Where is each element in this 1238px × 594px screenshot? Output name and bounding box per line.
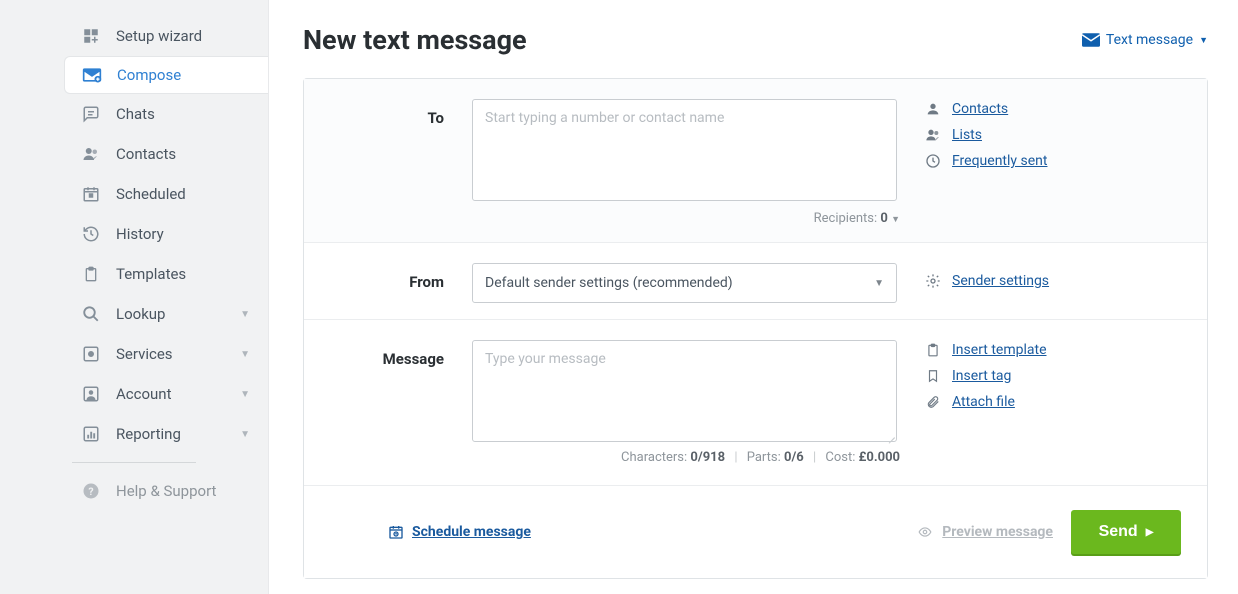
chart-icon — [80, 423, 102, 445]
svg-text:?: ? — [88, 485, 93, 498]
schedule-message-link[interactable]: Schedule message — [388, 524, 531, 540]
sidebar-item-services[interactable]: Services ▼ — [0, 334, 268, 374]
sidebar-item-lookup[interactable]: Lookup ▼ — [0, 294, 268, 334]
chevron-down-icon: ▼ — [240, 389, 250, 400]
chevron-down-icon: ▼ — [240, 349, 250, 360]
from-select[interactable]: Default sender settings (recommended) ▼ — [472, 263, 897, 303]
account-icon — [80, 383, 102, 405]
send-button-label: Send — [1099, 523, 1138, 541]
people-icon — [80, 143, 102, 165]
to-input[interactable]: Start typing a number or contact name — [472, 99, 897, 201]
message-input[interactable]: Type your message — [472, 340, 897, 442]
gear-icon — [924, 273, 942, 289]
sidebar-item-templates[interactable]: Templates — [0, 254, 268, 294]
link-sender-settings[interactable]: Sender settings — [924, 273, 1183, 289]
chevron-down-icon: ▼ — [1199, 35, 1208, 46]
to-label: To — [328, 99, 472, 226]
clock-icon — [924, 153, 942, 169]
link-contacts[interactable]: Contacts — [924, 101, 1183, 117]
search-icon — [80, 303, 102, 325]
section-to: To Start typing a number or contact name… — [304, 79, 1207, 243]
mail-icon — [1082, 33, 1100, 47]
link-insert-tag[interactable]: Insert tag — [924, 368, 1183, 384]
sidebar-item-label: Services — [116, 345, 173, 363]
services-icon — [80, 343, 102, 365]
dashboard-icon — [80, 25, 102, 47]
sidebar-item-label: History — [116, 225, 164, 243]
clipboard-icon — [924, 342, 942, 358]
main-content: New text message Text message ▼ To Start… — [268, 0, 1238, 594]
sidebar-item-contacts[interactable]: Contacts — [0, 134, 268, 174]
message-type-switch[interactable]: Text message ▼ — [1082, 32, 1208, 48]
chat-icon — [80, 103, 102, 125]
sidebar-item-account[interactable]: Account ▼ — [0, 374, 268, 414]
paperclip-icon — [924, 394, 942, 410]
message-counter: Characters: 0/918 | Parts: 0/6 | Cost: £… — [472, 450, 902, 465]
sidebar-item-label: Help & Support — [116, 482, 216, 500]
sidebar-item-label: Reporting — [116, 425, 181, 443]
chevron-down-icon: ▼ — [240, 429, 250, 440]
sidebar-item-compose[interactable]: Compose — [64, 56, 268, 94]
chevron-down-icon: ▼ — [891, 215, 900, 225]
preview-message-link[interactable]: Preview message — [916, 524, 1053, 540]
message-label: Message — [328, 340, 472, 465]
sidebar-item-label: Setup wizard — [116, 27, 202, 45]
message-placeholder: Type your message — [485, 351, 606, 367]
calendar-icon — [80, 183, 102, 205]
sidebar-item-label: Contacts — [116, 145, 176, 163]
recipients-counter[interactable]: Recipients: 0 ▼ — [472, 211, 902, 226]
sidebar-item-chats[interactable]: Chats — [0, 94, 268, 134]
resize-handle-icon[interactable] — [885, 430, 895, 440]
compose-icon — [81, 64, 103, 86]
person-icon — [924, 101, 942, 117]
section-message: Message Type your message Characters: 0/… — [304, 320, 1207, 486]
play-icon: ▶ — [1146, 527, 1154, 538]
sidebar-item-reporting[interactable]: Reporting ▼ — [0, 414, 268, 454]
clipboard-icon — [80, 263, 102, 285]
history-icon — [80, 223, 102, 245]
compose-card: To Start typing a number or contact name… — [303, 78, 1208, 579]
link-insert-template[interactable]: Insert template — [924, 342, 1183, 358]
sidebar-item-label: Scheduled — [116, 185, 186, 203]
send-button[interactable]: Send ▶ — [1071, 510, 1181, 554]
footer: Schedule message Preview message Send ▶ — [304, 486, 1207, 578]
sidebar-item-label: Compose — [117, 66, 181, 84]
chevron-down-icon: ▼ — [874, 278, 884, 289]
from-select-value: Default sender settings (recommended) — [485, 275, 733, 291]
bookmark-icon — [924, 368, 942, 384]
link-frequently-sent[interactable]: Frequently sent — [924, 153, 1183, 169]
sidebar-item-label: Chats — [116, 105, 155, 123]
from-label: From — [328, 263, 472, 303]
sidebar-item-setup-wizard[interactable]: Setup wizard — [0, 16, 268, 56]
help-icon: ? — [80, 480, 102, 502]
chevron-down-icon: ▼ — [240, 309, 250, 320]
page-title: New text message — [303, 24, 527, 56]
link-lists[interactable]: Lists — [924, 127, 1183, 143]
section-from: From Default sender settings (recommende… — [304, 243, 1207, 320]
link-attach-file[interactable]: Attach file — [924, 394, 1183, 410]
eye-icon — [916, 525, 934, 539]
people-icon — [924, 127, 942, 143]
sidebar-item-label: Templates — [116, 265, 186, 283]
sidebar-item-scheduled[interactable]: Scheduled — [0, 174, 268, 214]
sidebar-item-label: Account — [116, 385, 172, 403]
sidebar: Setup wizard Compose Chats Contacts Sche — [0, 0, 268, 594]
calendar-icon — [388, 524, 404, 540]
sidebar-item-help[interactable]: ? Help & Support — [0, 471, 268, 511]
sidebar-item-label: Lookup — [116, 305, 165, 323]
sidebar-item-history[interactable]: History — [0, 214, 268, 254]
to-placeholder: Start typing a number or contact name — [485, 110, 724, 126]
type-switch-label: Text message — [1106, 32, 1193, 48]
sidebar-divider — [72, 462, 196, 463]
